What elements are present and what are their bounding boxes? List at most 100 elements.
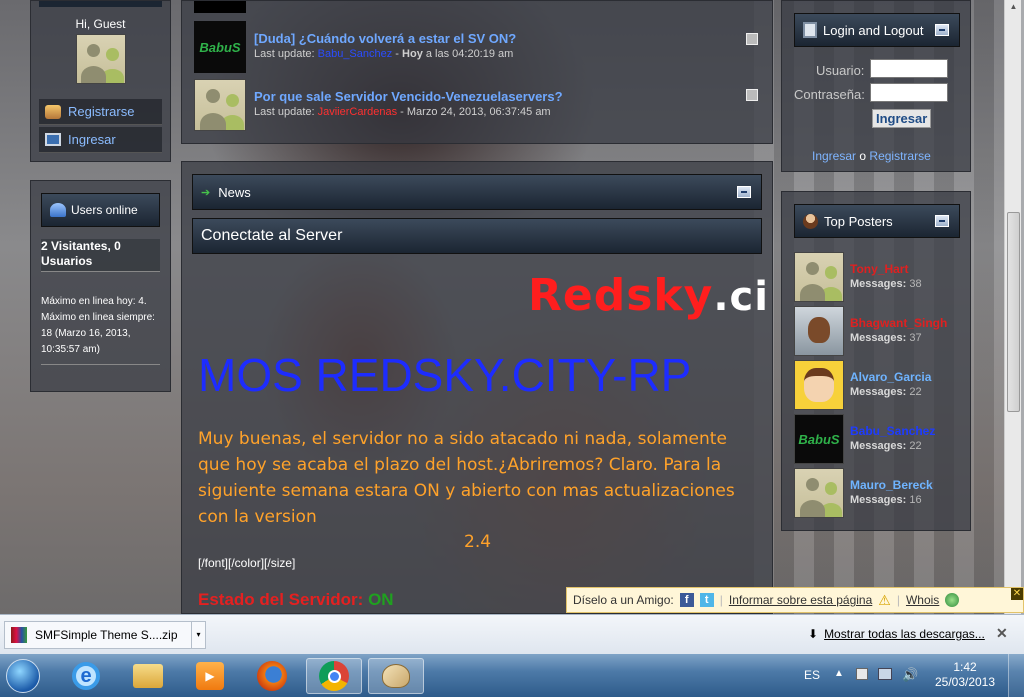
users-online-title: Users online	[71, 203, 138, 217]
report-page-link[interactable]: Informar sobre esta página	[729, 593, 872, 607]
poster-avatar-babu: BabuS	[794, 414, 844, 464]
start-button[interactable]	[0, 658, 46, 694]
recent-topics-panel: BabuS [Duda] ¿Cuándo volverá a estar el …	[181, 0, 773, 144]
top-posters-panel: Top Posters Tony_Hart Messages: 38 Bhagw…	[781, 191, 971, 531]
version-number: 2.4	[464, 532, 492, 552]
login-label: Ingresar	[68, 132, 116, 147]
twitter-icon[interactable]: t	[699, 593, 714, 607]
topic-user[interactable]: JaviierCardenas	[318, 106, 397, 118]
username-label: Usuario:	[816, 63, 865, 78]
login-link-text[interactable]: Ingresar	[812, 149, 856, 163]
paint-icon[interactable]	[368, 658, 424, 694]
download-menu-icon[interactable]: ▾	[191, 622, 205, 648]
globe-icon	[945, 593, 960, 607]
clock-time: 1:42	[953, 660, 977, 674]
download-arrow-icon: ⬇	[808, 627, 819, 641]
tray-app-icon[interactable]	[856, 668, 868, 680]
collapse-news-button[interactable]	[737, 186, 751, 198]
news-panel: ➔ News Conectate al Server Redsky.ci MOS…	[181, 161, 773, 614]
network-icon[interactable]	[878, 668, 892, 680]
user-panel: Hi, Guest Registrarse Ingresar	[30, 0, 171, 162]
facebook-icon[interactable]: f	[679, 593, 694, 607]
poster-name[interactable]: Bhagwant_Singh	[850, 316, 947, 330]
news-header: ➔ News	[192, 174, 762, 210]
login-icon	[803, 22, 817, 38]
show-desktop-button[interactable]	[1008, 654, 1024, 697]
close-download-bar-icon[interactable]: ✕	[996, 625, 1008, 642]
media-player-icon[interactable]: ▶	[182, 658, 238, 694]
poster-avatar	[794, 252, 844, 302]
poster-messages: Messages: 38	[850, 278, 922, 290]
poster-item: BabuS Babu_Sanchez Messages: 22	[794, 414, 960, 466]
zip-file-icon	[11, 627, 27, 643]
topic-avatar-default	[194, 79, 246, 131]
scroll-thumb[interactable]	[1007, 212, 1020, 412]
register-icon	[45, 104, 61, 119]
close-sharebar-icon[interactable]: ✕	[1011, 588, 1023, 600]
max-online-ever: Máximo en linea siempre: 18 (Marzo 16, 2…	[41, 312, 155, 355]
poster-name[interactable]: Mauro_Bereck	[850, 478, 933, 492]
topic-link-icon[interactable]	[746, 33, 758, 45]
password-label: Contraseña:	[794, 87, 865, 102]
redsky-logo: Redsky.ci	[528, 270, 769, 321]
poster-name[interactable]: Babu_Sanchez	[850, 424, 935, 438]
tray-expand-icon[interactable]: ▲	[834, 668, 844, 679]
poster-icon	[803, 213, 818, 229]
explorer-folder-icon[interactable]	[120, 658, 176, 694]
topic-title[interactable]: [Duda] ¿Cuándo volverá a estar el SV ON?	[254, 31, 734, 46]
poster-name[interactable]: Tony_Hart	[850, 262, 908, 276]
volume-icon[interactable]: 🔊	[902, 667, 918, 683]
news-subtitle: Conectate al Server	[201, 227, 343, 244]
warning-icon: ⚠	[878, 591, 891, 608]
collapse-top-posters-button[interactable]	[935, 215, 949, 227]
topic-meta: Last update: Babu_Sanchez - Hoy a las 04…	[254, 48, 514, 60]
poster-item: Alvaro_Garcia Messages: 22	[794, 360, 960, 412]
internet-explorer-icon[interactable]: e	[58, 658, 114, 694]
poster-item: Mauro_Bereck Messages: 16	[794, 468, 960, 520]
share-bar: Díselo a un Amigo: f t | Informar sobre …	[566, 587, 1024, 613]
username-input[interactable]	[870, 59, 948, 78]
topic-link-icon[interactable]	[746, 89, 758, 101]
login-link[interactable]: Ingresar	[39, 127, 162, 153]
poster-photo	[794, 306, 844, 356]
password-input[interactable]	[870, 83, 948, 102]
poster-messages: Messages: 22	[850, 440, 922, 452]
poster-item: Tony_Hart Messages: 38	[794, 252, 960, 304]
login-links: Ingresar o Registrarse	[812, 149, 931, 163]
firefox-icon[interactable]	[244, 658, 300, 694]
topic-meta: Last update: JaviierCardenas - Marzo 24,…	[254, 106, 551, 118]
poster-messages: Messages: 22	[850, 386, 922, 398]
poster-avatar	[794, 468, 844, 518]
topic-avatar-babu: BabuS	[194, 21, 246, 73]
clock[interactable]: 1:42 25/03/2013	[932, 660, 998, 690]
download-bar: SMFSimple Theme S....zip ▾ ⬇ Mostrar tod…	[0, 614, 1024, 654]
poster-messages: Messages: 16	[850, 494, 922, 506]
arrow-icon: ➔	[201, 186, 211, 199]
poster-cartoon-avatar	[794, 360, 844, 410]
register-link[interactable]: Registrarse	[39, 99, 162, 125]
language-indicator[interactable]: ES	[804, 668, 820, 682]
scroll-up-arrow[interactable]: ▲	[1008, 2, 1019, 13]
bbcode-text: [/font][/color][/size]	[198, 556, 296, 570]
chrome-icon[interactable]	[306, 658, 362, 694]
news-title: News	[218, 184, 251, 200]
poster-messages: Messages: 37	[850, 332, 922, 344]
top-posters-header: Top Posters	[794, 204, 960, 238]
page-scrollbar[interactable]: ▲ ▼	[1004, 0, 1021, 614]
login-submit-button[interactable]: Ingresar	[872, 109, 932, 128]
download-item[interactable]: SMFSimple Theme S....zip ▾	[4, 621, 206, 649]
user-panel-header	[39, 1, 162, 7]
users-icon	[50, 203, 66, 217]
collapse-login-button[interactable]	[935, 24, 949, 36]
whois-link[interactable]: Whois	[906, 593, 939, 607]
top-posters-title: Top Posters	[824, 213, 893, 229]
topic-user[interactable]: Babu_Sanchez	[318, 48, 393, 60]
poster-name[interactable]: Alvaro_Garcia	[850, 370, 931, 384]
taskbar: e ▶ ES ▲ 🔊 1:42 25/03/2013	[0, 654, 1024, 697]
topic-title[interactable]: Por que sale Servidor Vencido-Venezuelas…	[254, 89, 734, 104]
users-online-header: Users online	[41, 193, 160, 227]
register-link-text[interactable]: Registrarse	[869, 149, 930, 163]
news-subheader: Conectate al Server	[192, 218, 762, 254]
show-all-downloads[interactable]: ⬇ Mostrar todas las descargas...	[808, 627, 985, 641]
news-body: Muy buenas, el servidor no a sido atacad…	[198, 429, 735, 527]
